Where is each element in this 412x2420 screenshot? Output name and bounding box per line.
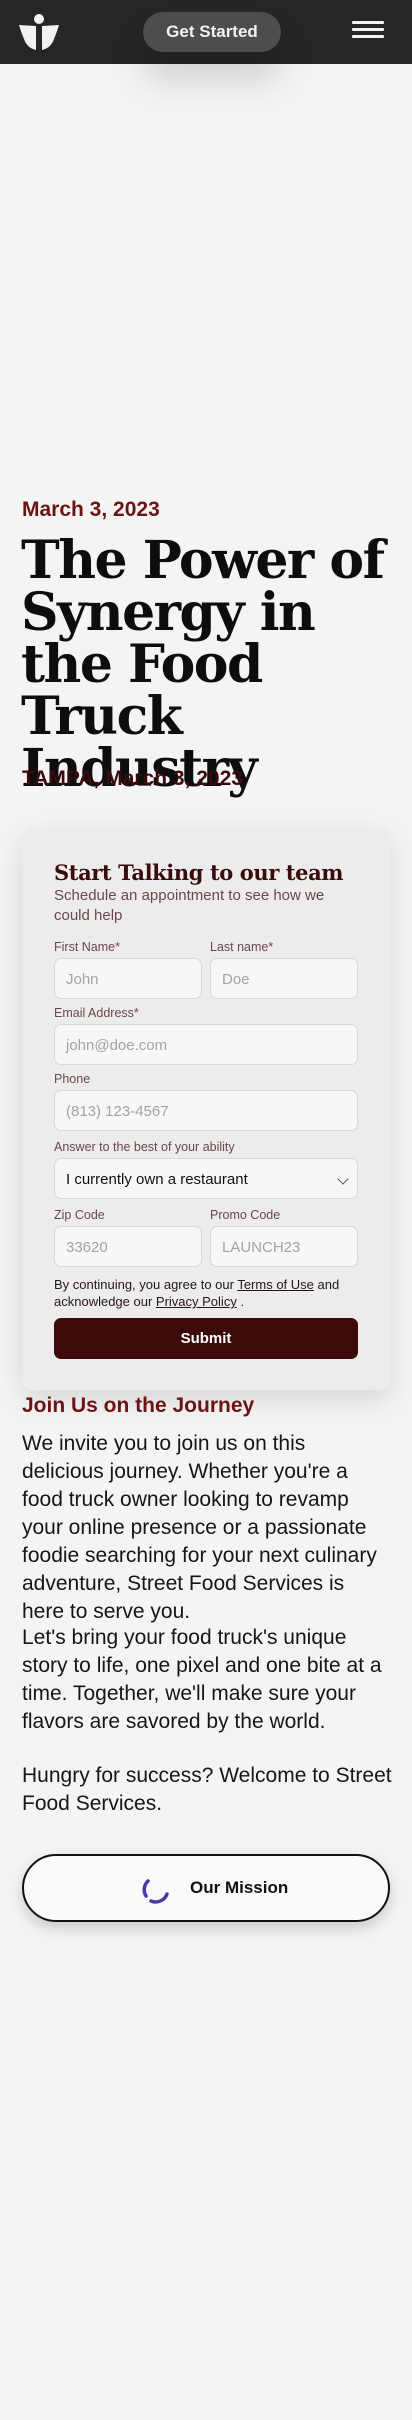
contact-form-card: Start Talking to our team Schedule an ap…	[22, 828, 390, 1390]
terms-of-use-link[interactable]: Terms of Use	[237, 1277, 314, 1292]
get-started-button[interactable]: Get Started	[143, 12, 281, 52]
chevron-down-icon	[337, 1173, 349, 1185]
article-dateline: TAMPA, March 3, 2023	[22, 767, 243, 790]
top-navigation-bar: Get Started	[0, 0, 412, 64]
article-date: March 3, 2023	[22, 498, 160, 521]
answer-selected-value: I currently own a restaurant	[66, 1171, 248, 1188]
submit-button[interactable]: Submit	[54, 1318, 358, 1359]
phone-label: Phone	[54, 1072, 91, 1086]
privacy-policy-link[interactable]: Privacy Policy	[156, 1294, 237, 1309]
answer-select[interactable]: I currently own a restaurant	[54, 1158, 358, 1199]
hamburger-menu-icon[interactable]	[352, 21, 384, 39]
form-title: Start Talking to our team	[54, 860, 344, 885]
our-mission-label: Our Mission	[190, 1878, 289, 1897]
consent-text: By continuing, you agree to our Terms of…	[54, 1277, 340, 1309]
last-name-label: Last name*	[210, 940, 274, 954]
zip-label: Zip Code	[54, 1208, 105, 1222]
first-name-field[interactable]: John	[54, 958, 202, 999]
journey-heading: Join Us on the Journey	[22, 1394, 255, 1417]
article-title: The Power of Synergy in the Food Truck I…	[21, 530, 385, 799]
first-name-label: First Name*	[54, 940, 120, 954]
email-field[interactable]: john@doe.com	[54, 1024, 358, 1065]
promo-code-field[interactable]: LAUNCH23	[210, 1226, 358, 1267]
promo-label: Promo Code	[210, 1208, 281, 1222]
phone-field[interactable]: (813) 123-4567	[54, 1090, 358, 1131]
form-subtitle: Schedule an appointment to see how we co…	[54, 887, 325, 924]
journey-paragraph-2: Let's bring your food truck's unique sto…	[22, 1626, 382, 1733]
our-mission-button[interactable]: Our Mission	[22, 1854, 390, 1922]
email-label: Email Address*	[54, 1006, 139, 1020]
journey-paragraph-1: We invite you to join us on this delicio…	[22, 1432, 377, 1623]
zip-code-field[interactable]: 33620	[54, 1226, 202, 1267]
journey-paragraph-3: Hungry for success? Welcome to Street Fo…	[22, 1764, 392, 1815]
last-name-field[interactable]: Doe	[210, 958, 358, 999]
loading-spinner-icon	[142, 1879, 169, 1904]
answer-label: Answer to the best of your ability	[54, 1140, 235, 1154]
street-food-logo-icon[interactable]	[18, 13, 60, 51]
